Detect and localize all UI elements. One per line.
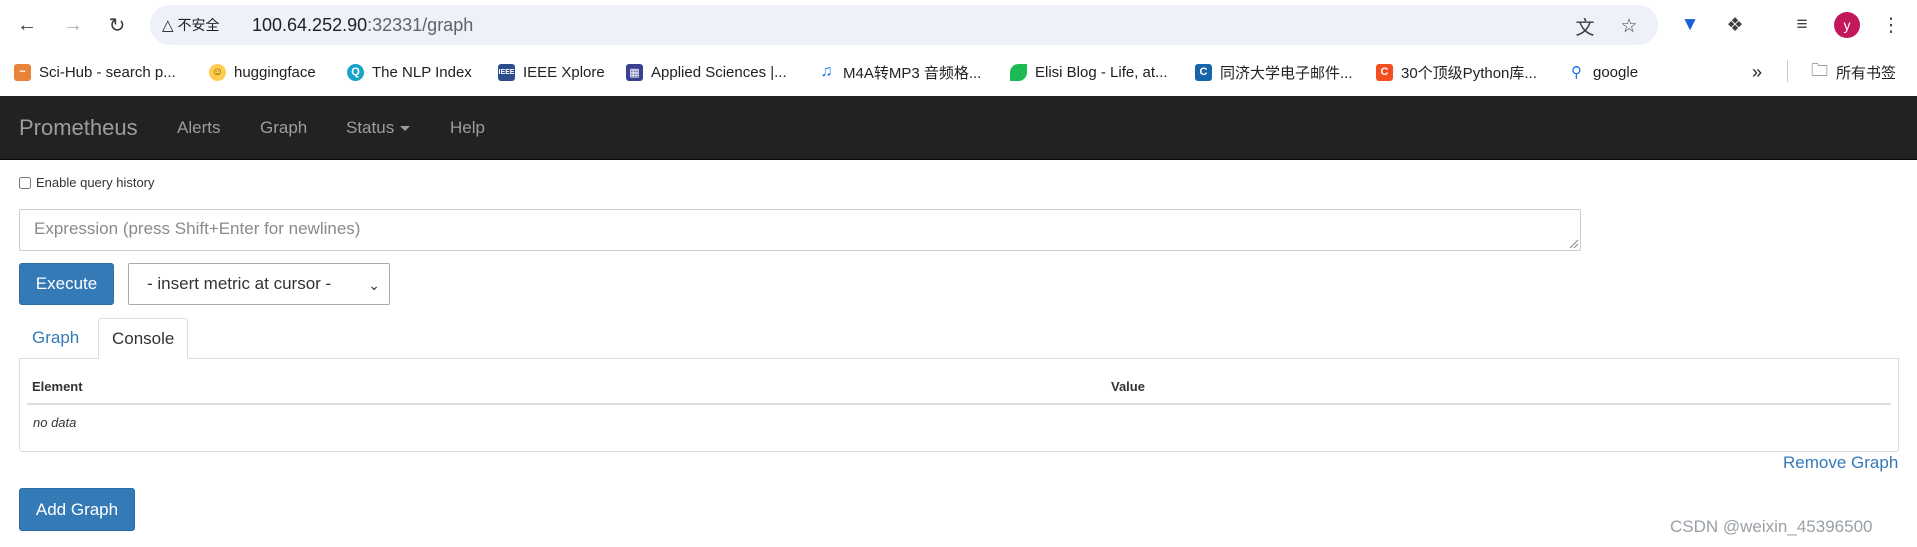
url-path: :32331/graph <box>367 15 474 35</box>
brand-link[interactable]: Prometheus <box>19 115 138 141</box>
bookmark-label: IEEE Xplore <box>523 63 605 81</box>
csdn-icon: C <box>1376 63 1393 81</box>
translate-icon[interactable]: 文 <box>1572 13 1598 39</box>
bookmarks-divider <box>1787 60 1788 82</box>
media-queue-icon[interactable]: ≡ <box>1787 10 1817 40</box>
hugging-face-icon: ☺ <box>209 63 226 81</box>
leaf-icon <box>1010 63 1027 81</box>
tab-graph[interactable]: Graph <box>19 318 92 359</box>
bookmark-label: The NLP Index <box>372 63 472 81</box>
query-history-checkbox[interactable] <box>19 176 31 189</box>
tongji-icon: C <box>1195 63 1212 81</box>
bookmark-label: M4A转MP3 音频格... <box>843 64 982 82</box>
bookmark-label: 同济大学电子邮件... <box>1220 64 1353 82</box>
nav-help[interactable]: Help <box>450 118 485 138</box>
insert-metric-select[interactable]: - insert metric at cursor - ⌄ <box>128 263 390 305</box>
bookmark-label: Sci-Hub - search p... <box>39 63 176 81</box>
console-panel: Element Value no data <box>19 358 1899 452</box>
bookmark-item[interactable]: IEEE IEEE Xplore <box>498 60 605 84</box>
extensions-puzzle-icon[interactable]: ❖ <box>1720 10 1750 40</box>
mdpi-icon: ▦ <box>626 63 643 81</box>
bookmarks-folder-label: 所有书签 <box>1836 64 1897 82</box>
tab-console[interactable]: Console <box>98 318 189 359</box>
bookmark-label: 30个顶级Python库... <box>1401 64 1537 82</box>
url-text[interactable]: 100.64.252.90:32331/graph <box>252 15 473 36</box>
bookmark-star-icon[interactable]: ☆ <box>1616 13 1642 39</box>
watermark-text: CSDN @weixin_45396500 <box>1670 517 1873 536</box>
remove-graph-link[interactable]: Remove Graph <box>1783 453 1898 473</box>
nav-status-label: Status <box>346 118 395 137</box>
bookmark-label: google <box>1593 63 1639 81</box>
music-note-icon: ♫ <box>820 63 833 80</box>
column-header-element: Element <box>32 379 83 394</box>
extension-v-icon[interactable]: ▼ <box>1675 10 1705 40</box>
bookmark-item[interactable]: C 同济大学电子邮件... <box>1195 60 1353 84</box>
bookmark-label: huggingface <box>234 63 316 81</box>
add-graph-button[interactable]: Add Graph <box>19 488 135 531</box>
bookmark-item[interactable]: ~ Sci-Hub - search p... <box>14 60 176 84</box>
bookmark-label: Applied Sciences |... <box>651 63 787 81</box>
query-history-label: Enable query history <box>36 175 155 190</box>
bookmark-item[interactable]: ♫ M4A转MP3 音频格... <box>818 60 982 84</box>
bookmark-item[interactable]: ⚲ google <box>1568 60 1638 84</box>
address-bar[interactable]: △ 不安全 100.64.252.90:32331/graph 文 ☆ <box>150 5 1658 45</box>
browser-menu-icon[interactable]: ⋮ <box>1876 10 1906 40</box>
nav-alerts[interactable]: Alerts <box>177 118 220 138</box>
prometheus-navbar: Prometheus Alerts Graph Status Help <box>0 96 1917 160</box>
folder-icon: 🗀 <box>1811 60 1828 80</box>
expression-input[interactable] <box>19 209 1581 251</box>
bookmark-item[interactable]: Q The NLP Index <box>347 60 472 84</box>
security-chip[interactable]: △ 不安全 <box>162 12 220 38</box>
graph-tabs: Graph Console <box>19 318 1899 359</box>
chevron-down-icon: ⌄ <box>368 277 380 293</box>
reload-icon[interactable]: ↻ <box>101 9 133 41</box>
back-arrow-icon[interactable]: ← <box>11 9 43 41</box>
bookmark-item[interactable]: ▦ Applied Sciences |... <box>626 60 787 84</box>
bookmark-label: Elisi Blog - Life, at... <box>1035 63 1168 81</box>
security-label: 不安全 <box>177 17 220 33</box>
empty-result-text: no data <box>33 415 77 430</box>
bookmark-item[interactable]: Elisi Blog - Life, at... <box>1010 60 1168 84</box>
browser-toolbar: ← → ↻ △ 不安全 100.64.252.90:32331/graph 文 … <box>0 0 1917 50</box>
warning-triangle-icon: △ <box>162 17 174 34</box>
forward-arrow-icon[interactable]: → <box>57 9 89 41</box>
scihub-icon: ~ <box>14 63 31 81</box>
profile-avatar[interactable]: y <box>1834 12 1860 38</box>
execute-button[interactable]: Execute <box>19 263 114 305</box>
all-bookmarks-folder[interactable]: 🗀 所有书签 <box>1811 60 1896 84</box>
column-header-value: Value <box>1111 379 1145 394</box>
caret-down-icon <box>400 126 411 132</box>
bookmarks-bar: ~ Sci-Hub - search p... ☺ huggingface Q … <box>0 50 1917 94</box>
nav-graph[interactable]: Graph <box>260 118 307 138</box>
search-icon: ⚲ <box>1571 64 1582 81</box>
query-history-toggle[interactable]: Enable query history <box>19 175 155 190</box>
more-bookmarks-chevron-icon[interactable]: » <box>1752 60 1762 84</box>
bookmark-item[interactable]: C 30个顶级Python库... <box>1376 60 1537 84</box>
table-header-divider <box>27 403 1891 405</box>
url-host: 100.64.252.90 <box>252 15 368 35</box>
ieee-icon: IEEE <box>498 63 515 81</box>
nlp-index-icon: Q <box>347 63 364 81</box>
nav-status[interactable]: Status <box>346 118 411 138</box>
bookmark-item[interactable]: ☺ huggingface <box>209 60 316 84</box>
insert-metric-label: - insert metric at cursor - <box>147 274 332 293</box>
